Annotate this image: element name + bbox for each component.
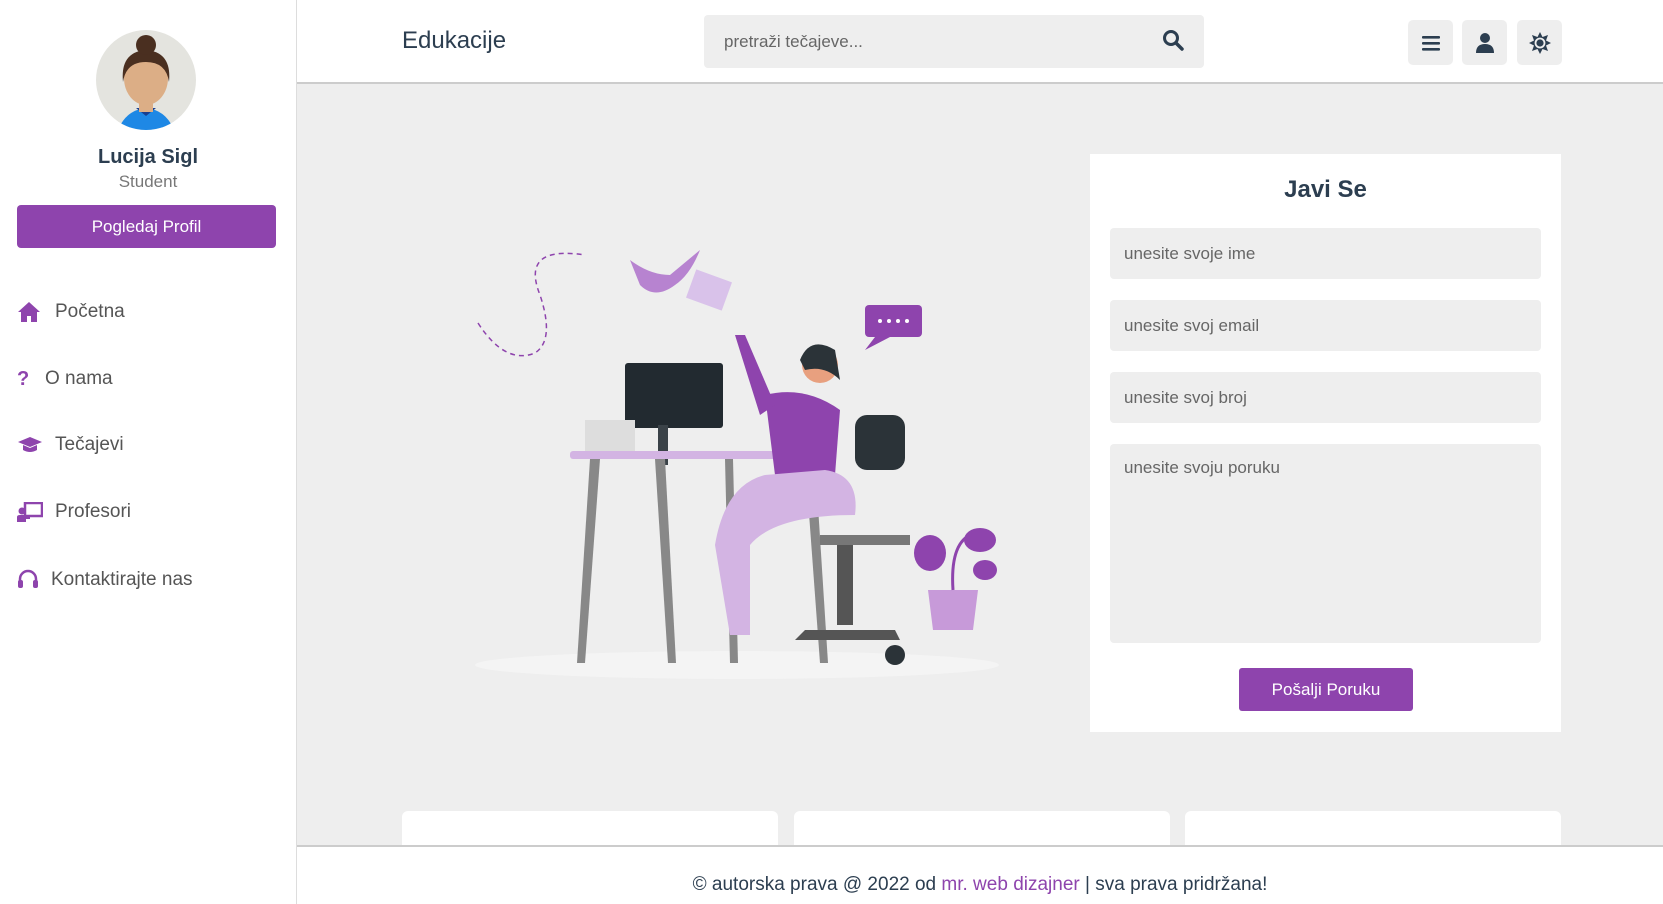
footer: © autorska prava @ 2022 od mr. web dizaj… (297, 845, 1663, 904)
footer-copyright: © autorska prava @ 2022 od (692, 874, 942, 895)
top-header: Edukacije (297, 0, 1663, 84)
sidebar-item-home[interactable]: Početna (17, 297, 125, 327)
profile-name: Lucija Sigl (97, 146, 199, 168)
chalkboard-teacher-icon (17, 502, 45, 522)
sidebar-item-label: Tečajevi (55, 434, 124, 455)
sidebar-item-about[interactable]: ? O nama (17, 364, 113, 394)
search-box (704, 15, 1204, 68)
sidebar: Lucija Sigl Student Pogledaj Profil Poče… (0, 0, 297, 904)
sidebar-item-label: Kontaktirajte nas (51, 569, 193, 590)
sun-icon (1528, 31, 1551, 54)
phone-input[interactable] (1110, 372, 1541, 423)
contact-form-title: Javi Se (1284, 176, 1367, 203)
search-input[interactable] (724, 15, 1144, 68)
search-icon[interactable] (1162, 29, 1184, 56)
footer-author-link[interactable]: mr. web dizajner (941, 874, 1079, 895)
theme-toggle-button[interactable] (1517, 20, 1562, 65)
profile-role: Student (118, 172, 178, 191)
question-icon: ? (17, 367, 30, 390)
sidebar-item-label: O nama (45, 368, 113, 389)
sidebar-item-contact[interactable]: Kontaktirajte nas (17, 565, 193, 595)
menu-button[interactable] (1408, 20, 1453, 65)
name-input[interactable] (1110, 228, 1541, 279)
sidebar-item-label: Početna (55, 301, 125, 322)
user-icon (1475, 32, 1494, 53)
user-button[interactable] (1462, 20, 1507, 65)
footer-rights: | sva prava pridržana! (1079, 874, 1268, 895)
contact-illustration (475, 250, 999, 679)
send-message-button[interactable]: Pošalji Poruku (1239, 668, 1413, 711)
email-input[interactable] (1110, 300, 1541, 351)
avatar (96, 30, 196, 130)
sidebar-item-courses[interactable]: Tečajevi (17, 430, 124, 460)
sidebar-item-label: Profesori (55, 501, 132, 522)
headset-icon (17, 569, 41, 591)
sidebar-item-teachers[interactable]: Profesori (17, 497, 131, 527)
site-title: Edukacije (402, 27, 507, 54)
home-icon (17, 301, 45, 323)
menu-icon (1421, 35, 1440, 51)
contact-form: Javi Se Pošalji Poruku (1090, 154, 1561, 732)
graduation-cap-icon (17, 435, 45, 455)
message-textarea[interactable] (1110, 444, 1541, 643)
view-profile-button[interactable]: Pogledaj Profil (17, 205, 276, 248)
